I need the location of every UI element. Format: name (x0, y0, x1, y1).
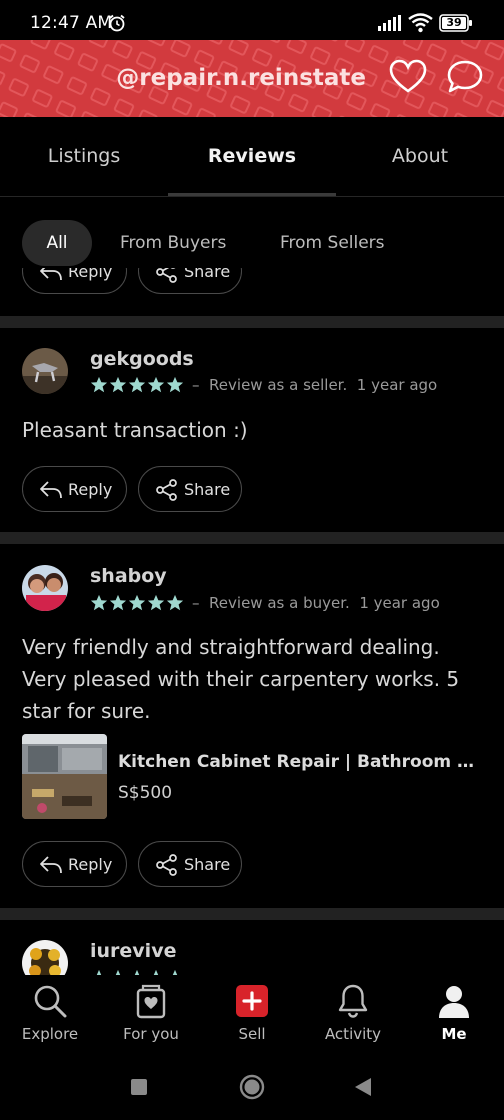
nav-label: Me (441, 1025, 467, 1043)
status-time: 12:47 AM (30, 13, 113, 33)
avatar-image (22, 565, 68, 611)
review-separator (0, 316, 504, 328)
profile-icon (439, 986, 469, 1018)
review-separator (0, 908, 504, 920)
share-icon (156, 479, 177, 501)
nav-label: Activity (324, 1025, 382, 1043)
avatar-image (22, 940, 68, 975)
reply-icon (40, 481, 62, 499)
active-tab-indicator (168, 193, 336, 196)
shop-username: @repair.n.reinstate (116, 65, 366, 91)
listing-title[interactable]: Kitchen Cabinet Repair | Bathroom Va... (118, 752, 484, 772)
reply-button[interactable]: Reply (22, 841, 127, 887)
reviewer-username[interactable]: gekgoods (90, 348, 194, 370)
back-icon[interactable] (353, 1077, 373, 1097)
signal-icon (378, 15, 401, 31)
review-meta: – Review as a buyer. 1 year ago (192, 594, 440, 612)
nav-label: Sell (238, 1025, 266, 1043)
filter-from-buyers[interactable]: From Buyers (120, 220, 226, 266)
bottom-navigation: Explore For you Sell Activity Me (0, 975, 504, 1055)
star-rating (90, 376, 185, 394)
recents-icon[interactable] (130, 1078, 148, 1096)
star-icon (90, 594, 108, 611)
profile-tabs: Listings Reviews About (0, 117, 504, 197)
avatar-image (22, 348, 68, 394)
nav-label: Explore (21, 1025, 79, 1043)
alarm-icon (109, 14, 125, 32)
star-icon (147, 376, 165, 393)
star-icon (109, 594, 127, 611)
share-button[interactable]: Share (138, 841, 242, 887)
meta-dash: – (192, 376, 200, 394)
nav-explore[interactable]: Explore (0, 975, 100, 1055)
nav-sell[interactable]: Sell (202, 975, 302, 1055)
review-filters: All From Buyers From Sellers (0, 198, 504, 268)
star-icon (90, 376, 108, 393)
review-meta: – Review as a seller. 1 year ago (192, 376, 437, 394)
review-text: Pleasant transaction :) (22, 418, 248, 442)
reply-button[interactable]: Reply (22, 268, 127, 294)
tab-reviews[interactable]: Reviews (168, 117, 336, 196)
battery-level: 39 (446, 16, 462, 29)
status-bar: 12:47 AM 39 (0, 0, 504, 40)
reviewer-username[interactable]: iurevive (90, 940, 176, 962)
star-icon (128, 594, 146, 611)
heart-icon[interactable] (389, 59, 427, 95)
reviews-feed[interactable]: Reply Share gekgoods – Review as a selle… (0, 268, 504, 975)
reply-button[interactable]: Reply (22, 466, 127, 512)
review-time: 1 year ago (356, 376, 438, 394)
review-role: Review as a buyer. (209, 594, 350, 612)
system-navigation-bar (0, 1055, 504, 1120)
tab-about[interactable]: About (336, 117, 504, 196)
listing-price: S$500 (118, 783, 173, 803)
profile-header-banner: @repair.n.reinstate (0, 40, 504, 117)
bell-icon (338, 984, 368, 1018)
nav-me[interactable]: Me (404, 975, 504, 1055)
meta-dash: – (192, 594, 200, 612)
star-rating (90, 594, 185, 612)
filter-from-sellers[interactable]: From Sellers (280, 220, 385, 266)
share-icon (156, 268, 177, 283)
search-icon (34, 985, 67, 1018)
avatar[interactable] (22, 348, 68, 394)
listing-thumbnail[interactable] (22, 734, 107, 819)
share-button[interactable]: Share (138, 268, 242, 294)
wifi-icon (408, 13, 433, 33)
reply-icon (40, 268, 62, 281)
reply-icon (40, 856, 62, 874)
review-role: Review as a seller. (209, 376, 348, 394)
star-icon (109, 376, 127, 393)
share-button[interactable]: Share (138, 466, 242, 512)
listing-image (22, 734, 107, 819)
sell-plus-icon (236, 985, 268, 1017)
home-icon[interactable] (239, 1074, 265, 1100)
for-you-icon (136, 984, 166, 1019)
reviewer-username[interactable]: shaboy (90, 565, 167, 587)
share-icon (156, 854, 177, 876)
review-time: 1 year ago (359, 594, 440, 612)
nav-label: For you (123, 1025, 179, 1043)
avatar[interactable] (22, 565, 68, 611)
star-icon (128, 376, 146, 393)
avatar[interactable] (22, 940, 68, 975)
nav-activity[interactable]: Activity (303, 975, 403, 1055)
review-text: Very friendly and straightforward dealin… (22, 635, 460, 723)
star-icon (147, 594, 165, 611)
star-icon (166, 594, 184, 611)
chat-icon[interactable] (446, 59, 484, 95)
review-separator (0, 532, 504, 544)
nav-for-you[interactable]: For you (101, 975, 201, 1055)
filter-all[interactable]: All (22, 220, 92, 266)
star-icon (166, 376, 184, 393)
tab-listings[interactable]: Listings (0, 117, 168, 196)
